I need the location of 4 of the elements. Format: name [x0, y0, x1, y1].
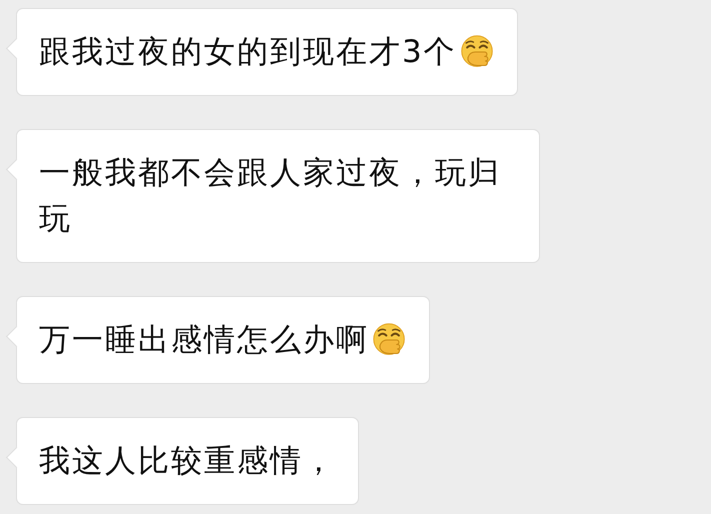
message-text: 一般我都不会跟人家过夜，玩归玩 [39, 154, 502, 239]
message-text: 我这人比较重感情， [39, 442, 336, 481]
message-text: 万一睡出感情怎么办啊 [39, 321, 369, 360]
message-text: 跟我过夜的女的到现在才3个 [39, 33, 457, 72]
